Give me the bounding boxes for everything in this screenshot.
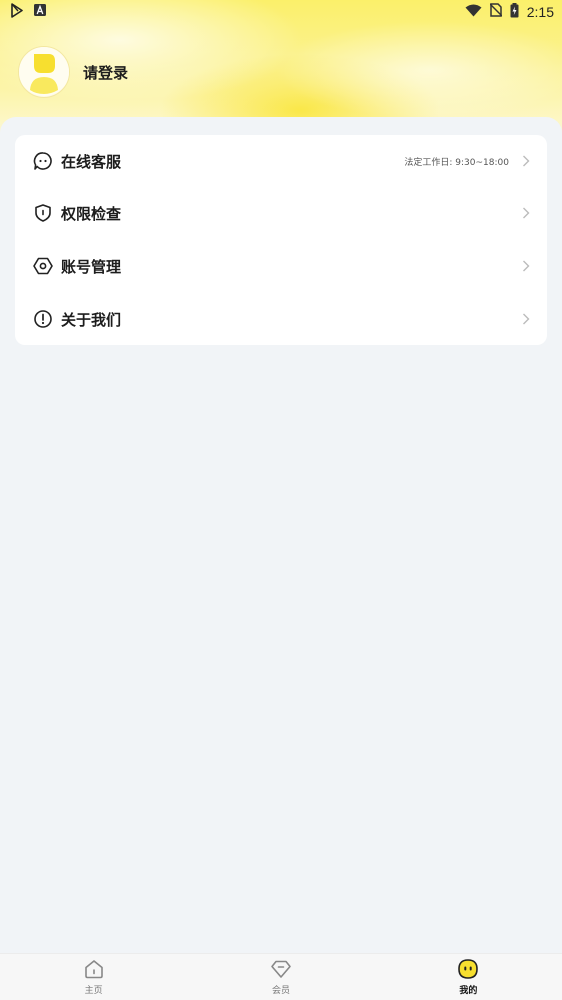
login-profile[interactable]: 请登录 [18, 46, 128, 98]
menu-label: 关于我们 [61, 310, 122, 329]
chevron-right-icon [521, 154, 531, 168]
avatar[interactable] [18, 46, 70, 98]
menu-label: 权限检查 [61, 204, 122, 223]
chevron-right-icon [521, 259, 531, 273]
menu-item-about-us[interactable]: 关于我们 [15, 293, 547, 345]
menu-card: 在线客服 法定工作日: 9:30~18:00 权限检查 账号管理 关于我们 [15, 135, 547, 345]
menu-item-account-management[interactable]: 账号管理 [15, 240, 547, 292]
chevron-right-icon [521, 312, 531, 326]
bottom-tab-bar: 主页 会员 我的 [0, 953, 562, 1000]
chat-bubble-icon [33, 151, 53, 171]
tab-label: 我的 [459, 986, 478, 996]
shield-icon [33, 203, 53, 223]
tab-mine[interactable]: 我的 [375, 954, 562, 1000]
status-time: 2:15 [526, 4, 554, 20]
tab-membership[interactable]: 会员 [187, 954, 374, 1000]
info-exclamation-icon [33, 309, 53, 329]
wifi-icon [465, 4, 482, 21]
user-avatar-icon [19, 47, 69, 97]
menu-item-online-service[interactable]: 在线客服 法定工作日: 9:30~18:00 [15, 135, 547, 187]
diamond-icon [270, 958, 292, 980]
tab-home[interactable]: 主页 [0, 954, 187, 1000]
login-prompt[interactable]: 请登录 [83, 62, 128, 83]
menu-item-permission-check[interactable]: 权限检查 [15, 187, 547, 239]
battery-charging-icon [510, 2, 519, 22]
tab-label: 会员 [271, 986, 290, 996]
mine-face-icon [457, 958, 479, 980]
menu-label: 在线客服 [61, 152, 122, 171]
chevron-right-icon [521, 206, 531, 220]
tab-label: 主页 [84, 986, 103, 996]
working-hours-note: 法定工作日: 9:30~18:00 [404, 157, 509, 168]
play-store-icon [10, 2, 24, 22]
font-a-icon [34, 4, 46, 20]
hexagon-settings-icon [33, 256, 53, 276]
status-right: 2:15 [465, 2, 554, 22]
status-bar: 2:15 [0, 0, 562, 24]
status-left [10, 2, 46, 22]
menu-label: 账号管理 [61, 257, 122, 276]
no-sim-icon [489, 3, 503, 21]
home-icon [83, 958, 105, 980]
